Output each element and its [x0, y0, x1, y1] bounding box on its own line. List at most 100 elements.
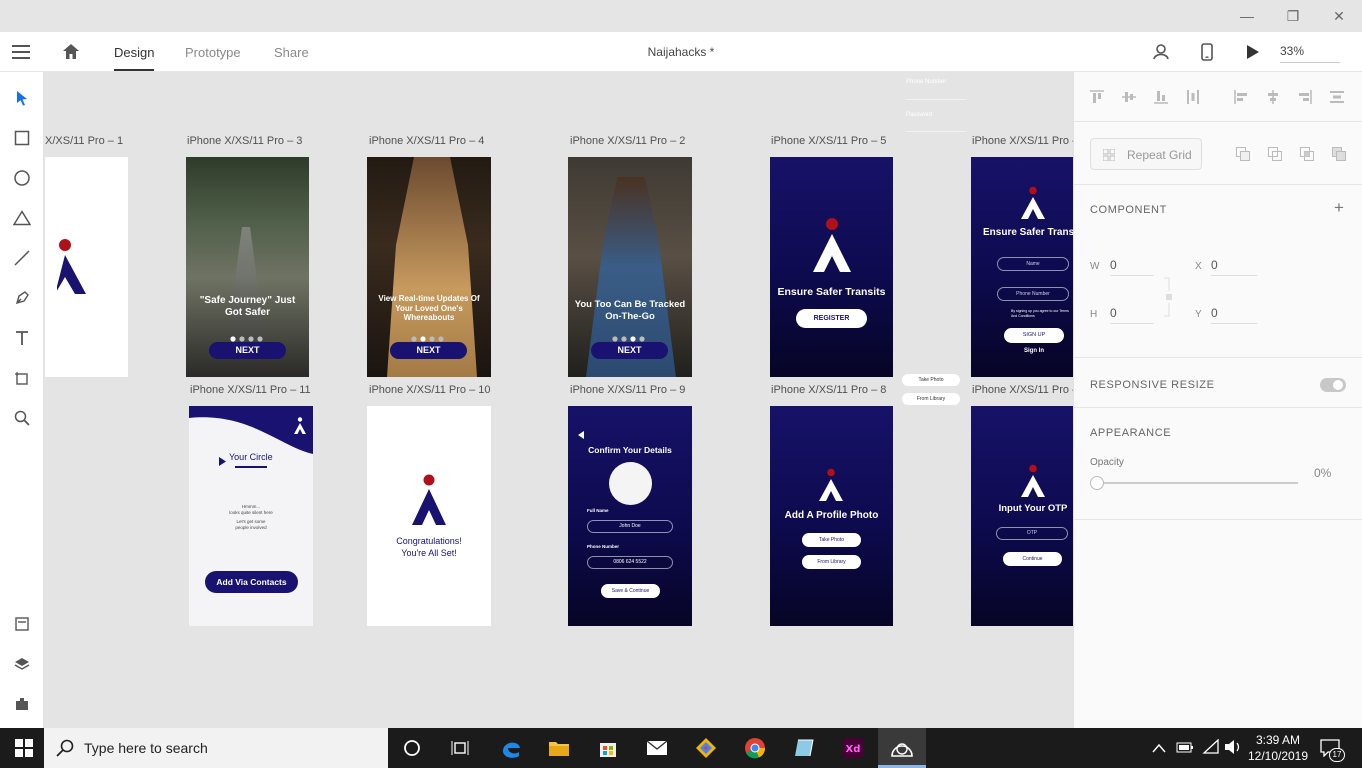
boolean-intersect-icon[interactable]	[1300, 147, 1314, 166]
align-left-icon[interactable]	[1234, 90, 1248, 109]
name-field[interactable]: Name	[997, 257, 1069, 271]
artboard-onboarding-2[interactable]: View Real-time Updates Of Your Loved One…	[367, 157, 491, 377]
artboard-icon[interactable]	[10, 366, 34, 390]
volume-icon[interactable]	[1224, 739, 1242, 760]
align-top-icon[interactable]	[1090, 90, 1104, 109]
cortana-icon[interactable]	[388, 728, 436, 768]
responsive-resize-toggle[interactable]	[1320, 378, 1346, 392]
artboard-label[interactable]: X/XS/11 Pro – 1	[45, 135, 123, 147]
taskbar-search-box[interactable]: Type here to search	[44, 728, 388, 768]
polygon-icon[interactable]	[10, 206, 34, 230]
artboard-label[interactable]: iPhone X/XS/11 Pro – 3	[187, 135, 302, 147]
device-preview-icon[interactable]	[1201, 43, 1213, 66]
save-continue-button[interactable]: Save & Continue	[601, 584, 660, 598]
opacity-slider-track[interactable]	[1096, 482, 1298, 484]
phone-field[interactable]: Phone Number	[997, 287, 1069, 301]
y-input[interactable]: 0	[1211, 306, 1257, 324]
lock-aspect-icon[interactable]	[1164, 277, 1176, 317]
minimize-button[interactable]: —	[1224, 0, 1270, 32]
opacity-value[interactable]: 0%	[1314, 466, 1331, 480]
artboard-profile-photo[interactable]: Add A Profile Photo Take Photo From Libr…	[770, 406, 893, 626]
artboard-label[interactable]: iPhone X/XS/11 Pro – 11	[190, 384, 311, 396]
artboard-splash[interactable]	[45, 157, 128, 377]
align-middle-icon[interactable]	[1122, 90, 1136, 109]
sign-up-button[interactable]: SIGN UP	[1004, 328, 1064, 343]
rectangle-icon[interactable]	[10, 126, 34, 150]
ellipse-icon[interactable]	[10, 166, 34, 190]
windows-start-icon[interactable]	[0, 728, 48, 768]
boolean-subtract-icon[interactable]	[1268, 147, 1282, 166]
layers-icon[interactable]	[10, 652, 34, 676]
design-canvas[interactable]: Phone Number Password Take Photo From Li…	[44, 72, 1073, 728]
artboard-label[interactable]: iPhone X/XS/11 Pro – 9	[570, 384, 685, 396]
align-bottom-icon[interactable]	[1154, 90, 1168, 109]
artboard-onboarding-3[interactable]: You Too Can Be Tracked On-The-Go NEXT	[568, 157, 692, 377]
distribute-vertical-icon[interactable]	[1186, 90, 1200, 109]
artboard-label[interactable]: iPhone X/XS/11 Pro –	[972, 135, 1073, 147]
align-center-icon[interactable]	[1266, 90, 1280, 109]
artboard-label[interactable]: iPhone X/XS/11 Pro – 4	[369, 135, 484, 147]
artboard-onboarding-1[interactable]: "Safe Journey" Just Got Safer NEXT	[186, 157, 309, 377]
next-button[interactable]: NEXT	[591, 342, 668, 359]
file-explorer-icon[interactable]	[535, 728, 583, 768]
repeat-grid-button[interactable]: Repeat Grid	[1090, 138, 1202, 170]
plugins-icon[interactable]	[10, 692, 34, 716]
boolean-add-icon[interactable]	[1236, 147, 1250, 166]
continue-button[interactable]: Continue	[1003, 552, 1062, 566]
take-photo-button[interactable]: Take Photo	[802, 533, 861, 547]
show-hidden-icons-icon[interactable]	[1152, 740, 1166, 758]
pen-icon[interactable]	[10, 286, 34, 310]
git-app-icon[interactable]	[682, 728, 730, 768]
chrome-icon[interactable]	[731, 728, 779, 768]
wifi-icon[interactable]	[1202, 738, 1220, 760]
next-button[interactable]: NEXT	[209, 342, 286, 359]
play-preview-icon[interactable]	[1246, 44, 1260, 65]
artboard-otp[interactable]: Input Your OTP OTP Continue	[971, 406, 1073, 626]
x-input[interactable]: 0	[1211, 258, 1257, 276]
system-clock[interactable]: 3:39 AM 12/10/2019	[1246, 732, 1310, 764]
boolean-exclude-icon[interactable]	[1332, 147, 1346, 166]
artboard-label[interactable]: iPhone X/XS/11 Pro – 2	[570, 135, 685, 147]
height-input[interactable]: 0	[1110, 306, 1154, 324]
line-icon[interactable]	[10, 246, 34, 270]
mail-icon[interactable]	[633, 728, 681, 768]
add-component-icon[interactable]: +	[1334, 198, 1344, 218]
battery-icon[interactable]	[1176, 740, 1194, 759]
account-icon[interactable]	[1153, 43, 1170, 65]
artboard-all-set[interactable]: Congratulations! You're All Set!	[367, 406, 491, 626]
notes-app-icon[interactable]	[780, 728, 828, 768]
artboard-confirm-details[interactable]: Confirm Your Details Full Name John Doe …	[568, 406, 692, 626]
register-button[interactable]: REGISTER	[796, 309, 867, 328]
restore-button[interactable]: ❐	[1270, 0, 1316, 32]
sign-in-link[interactable]: Sign In	[1004, 348, 1064, 354]
full-name-field[interactable]: John Doe	[587, 520, 673, 533]
artboard-welcome[interactable]: Ensure Safer Transits REGISTER	[770, 157, 893, 377]
artboard-label[interactable]: iPhone X/XS/11 Pro –	[972, 384, 1073, 396]
back-arrow-icon[interactable]	[578, 426, 584, 444]
artboard-label[interactable]: iPhone X/XS/11 Pro – 10	[369, 384, 491, 396]
adobe-xd-icon[interactable]: Xd	[829, 728, 877, 768]
opacity-slider-handle[interactable]	[1090, 476, 1104, 490]
profile-photo-placeholder[interactable]	[609, 462, 652, 505]
next-button[interactable]: NEXT	[390, 342, 467, 359]
from-library-button[interactable]: From Library	[802, 555, 861, 569]
task-view-icon[interactable]	[436, 728, 484, 768]
artboard-label[interactable]: iPhone X/XS/11 Pro – 8	[771, 384, 886, 396]
text-icon[interactable]	[10, 326, 34, 350]
close-button[interactable]: ✕	[1316, 0, 1362, 32]
width-input[interactable]: 0	[1110, 258, 1154, 276]
photos-app-icon[interactable]	[878, 728, 926, 768]
align-right-icon[interactable]	[1298, 90, 1312, 109]
store-icon[interactable]	[584, 728, 632, 768]
artboard-label[interactable]: iPhone X/XS/11 Pro – 5	[771, 135, 886, 147]
otp-field[interactable]: OTP	[996, 527, 1068, 540]
edge-browser-icon[interactable]	[487, 728, 535, 768]
artboard-your-circle[interactable]: Your Circle Hmmm... looks quite silent h…	[189, 406, 313, 626]
add-via-contacts-button[interactable]: Add Via Contacts	[205, 571, 298, 593]
select-icon[interactable]	[10, 86, 34, 110]
phone-number-field[interactable]: 0806 624 5522	[587, 556, 673, 569]
zoom-input[interactable]: 33%	[1280, 44, 1340, 63]
artboard-signup[interactable]: Ensure Safer Trans Name Phone Number By …	[971, 157, 1073, 377]
assets-icon[interactable]	[10, 612, 34, 636]
floating-from-library[interactable]: From Library	[902, 393, 960, 405]
